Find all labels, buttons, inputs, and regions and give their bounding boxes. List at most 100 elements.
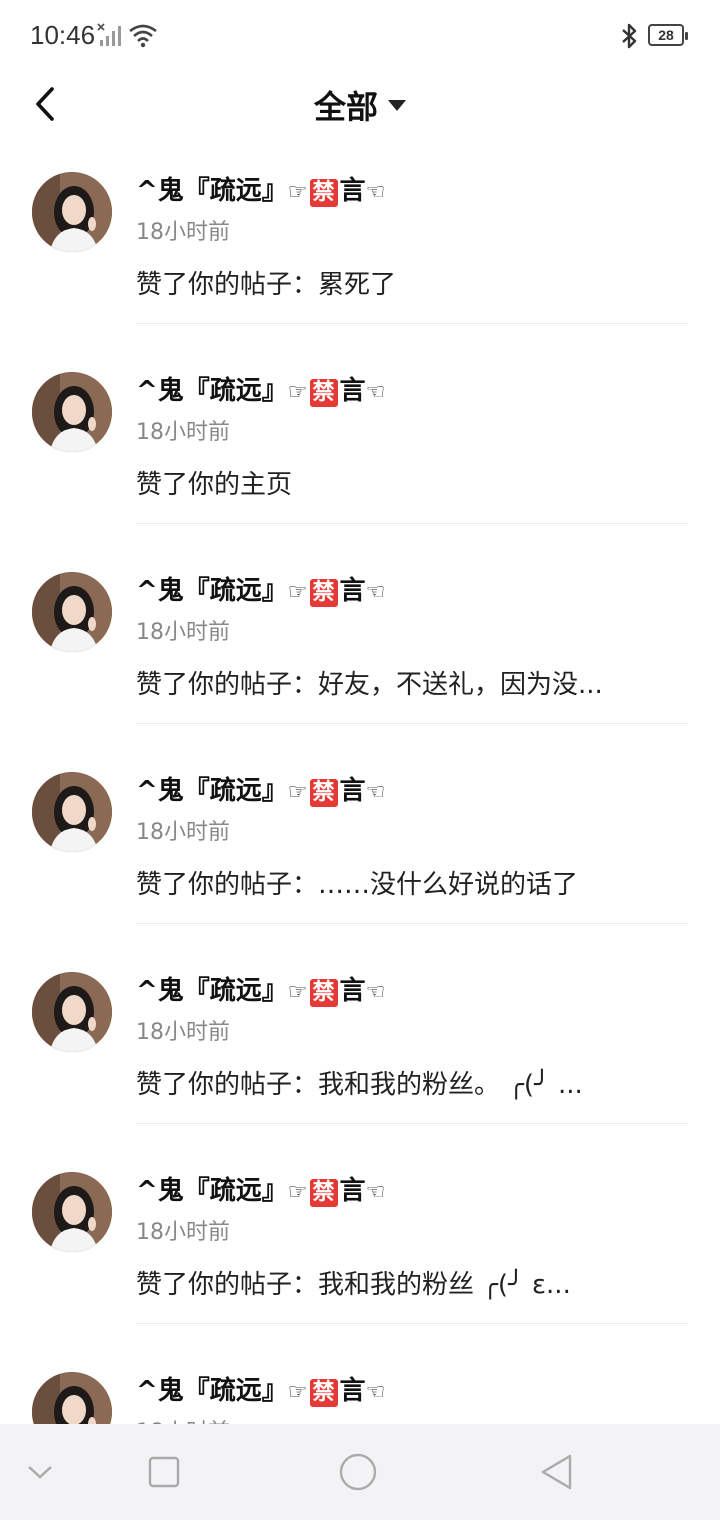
user-name[interactable]: ^鬼『疏远』☞ 禁言☜ xyxy=(136,1170,385,1207)
notification-message: 赞了你的帖子：好友，不送礼，因为没... xyxy=(136,670,603,700)
user-name[interactable]: ^鬼『疏远』☞ 禁言☜ xyxy=(136,770,385,807)
notification-message: 赞了你的帖子：我和我的粉丝 ╭(╯ ε... xyxy=(136,1270,571,1300)
user-name-text: ^鬼『疏远』 xyxy=(136,576,288,606)
hand-right-icon: ☞ xyxy=(287,380,308,405)
avatar[interactable] xyxy=(32,172,112,252)
back-triangle-icon xyxy=(541,1454,572,1490)
notification-item[interactable]: ^鬼『疏远』☞ 禁言☜ 18小时前赞了你的帖子：累死了 xyxy=(0,140,720,340)
user-name[interactable]: ^鬼『疏远』☞ 禁言☜ xyxy=(136,970,385,1007)
ban-badge: 禁 xyxy=(309,379,338,407)
user-name-text: ^鬼『疏远』 xyxy=(136,976,288,1006)
hand-right-icon: ☞ xyxy=(287,780,308,805)
avatar-image xyxy=(32,1172,112,1252)
user-name[interactable]: ^鬼『疏远』☞ 禁言☜ xyxy=(136,1370,385,1407)
home-button[interactable] xyxy=(338,1452,378,1492)
timestamp: 18小时前 xyxy=(136,220,230,245)
divider xyxy=(136,723,688,724)
timestamp: 18小时前 xyxy=(136,820,230,845)
user-name-suffix: 言 xyxy=(339,576,366,606)
caret-down-icon xyxy=(388,99,406,111)
divider xyxy=(136,523,688,524)
notification-message: 赞了你的主页 xyxy=(136,470,293,500)
battery-level: 28 xyxy=(658,27,674,43)
home-circle-icon xyxy=(339,1453,377,1491)
ban-badge: 禁 xyxy=(309,1179,338,1207)
user-name-suffix: 言 xyxy=(339,776,366,806)
avatar[interactable] xyxy=(32,1172,112,1252)
avatar[interactable] xyxy=(32,772,112,852)
avatar-image xyxy=(32,172,112,252)
user-name-text: ^鬼『疏远』 xyxy=(136,1176,288,1206)
hand-right-icon: ☞ xyxy=(287,1180,308,1205)
user-name-suffix: 言 xyxy=(339,976,366,1006)
divider xyxy=(136,1123,688,1124)
notification-message: 赞了你的帖子：累死了 xyxy=(136,270,397,300)
notification-item[interactable]: ^鬼『疏远』☞ 禁言☜ 18小时前赞了你的主页 xyxy=(0,340,720,540)
battery-icon: 28 xyxy=(648,24,688,46)
ban-badge: 禁 xyxy=(309,779,338,807)
user-name-text: ^鬼『疏远』 xyxy=(136,1376,288,1406)
user-name-suffix: 言 xyxy=(339,1376,366,1406)
hand-left-icon: ☜ xyxy=(365,980,386,1005)
user-name-text: ^鬼『疏远』 xyxy=(136,776,288,806)
user-name-text: ^鬼『疏远』 xyxy=(136,376,288,406)
ban-badge: 禁 xyxy=(309,1379,338,1407)
notification-item[interactable]: ^鬼『疏远』☞ 禁言☜ 18小时前赞了你的帖子：好友，不送礼，因为没... xyxy=(0,540,720,740)
notification-item[interactable]: ^鬼『疏远』☞ 禁言☜ 18小时前赞了你的帖子：我和我的粉丝 ╭(╯ ε... xyxy=(0,1140,720,1340)
header: 全部 xyxy=(0,72,720,136)
avatar-image xyxy=(32,572,112,652)
timestamp: 18小时前 xyxy=(136,1220,230,1245)
timestamp: 18小时前 xyxy=(136,1020,230,1045)
system-nav-bar xyxy=(0,1424,720,1520)
notification-item[interactable]: ^鬼『疏远』☞ 禁言☜ 18小时前赞了你的帖子：我和我的粉丝。 ╭(╯ ... xyxy=(0,940,720,1140)
avatar[interactable] xyxy=(32,372,112,452)
hand-left-icon: ☜ xyxy=(365,1180,386,1205)
status-bar: 10:46 28 xyxy=(0,0,720,72)
hand-right-icon: ☞ xyxy=(287,980,308,1005)
hand-left-icon: ☜ xyxy=(365,380,386,405)
user-name-suffix: 言 xyxy=(339,1176,366,1206)
hand-left-icon: ☜ xyxy=(365,580,386,605)
user-name-suffix: 言 xyxy=(339,376,366,406)
user-name[interactable]: ^鬼『疏远』☞ 禁言☜ xyxy=(136,370,385,407)
filter-dropdown[interactable]: 全部 xyxy=(0,82,720,128)
hand-right-icon: ☞ xyxy=(287,580,308,605)
notification-message: 赞了你的帖子：我和我的粉丝。 ╭(╯ ... xyxy=(136,1070,583,1100)
bluetooth-icon xyxy=(622,23,637,49)
avatar-image xyxy=(32,372,112,452)
notification-item[interactable]: ^鬼『疏远』☞ 禁言☜ 18小时前赞了你的帖子：……没什么好说的话了 xyxy=(0,740,720,940)
hand-left-icon: ☜ xyxy=(365,780,386,805)
user-name-text: ^鬼『疏远』 xyxy=(136,176,288,206)
screen: 10:46 28 全部 ^鬼『疏远』☞ 禁 言☜ 18小时前 赞了你的帖子：累死… xyxy=(0,0,720,1520)
hand-right-icon: ☞ xyxy=(287,1380,308,1405)
status-time: 10:46 xyxy=(30,20,96,50)
user-name[interactable]: ^鬼『疏远』☞ 禁言☜ xyxy=(136,570,385,607)
hide-nav-button[interactable] xyxy=(20,1452,60,1492)
signal-off-icon xyxy=(97,23,121,46)
nav-back-button[interactable] xyxy=(536,1452,576,1492)
timestamp: 18小时前 xyxy=(136,420,230,445)
notification-message: 赞了你的帖子：……没什么好说的话了 xyxy=(136,870,579,900)
user-name[interactable]: ^鬼『疏远』☞ 禁言☜ xyxy=(136,170,385,207)
page-title: 全部 xyxy=(313,88,378,126)
wifi-icon xyxy=(129,24,157,48)
hand-left-icon: ☜ xyxy=(365,180,386,205)
hide-nav-chevron-icon xyxy=(28,1466,52,1479)
divider xyxy=(136,323,688,324)
avatar[interactable] xyxy=(32,572,112,652)
ban-badge: 禁 xyxy=(309,579,338,607)
avatar-image xyxy=(32,972,112,1052)
recents-square-icon xyxy=(148,1456,180,1488)
timestamp: 18小时前 xyxy=(136,620,230,645)
user-name-suffix: 言 xyxy=(339,176,366,206)
hand-left-icon: ☜ xyxy=(365,1380,386,1405)
avatar[interactable] xyxy=(32,972,112,1052)
ban-badge: 禁 xyxy=(309,179,338,207)
hand-right-icon: ☞ xyxy=(287,180,308,205)
ban-badge: 禁 xyxy=(309,979,338,1007)
recents-button[interactable] xyxy=(144,1452,184,1492)
notification-list: ^鬼『疏远』☞ 禁言☜ 18小时前 赞了你的帖子：累死了 ^鬼『疏远』☞ 禁言☜ 18小时前… xyxy=(0,140,720,1520)
divider xyxy=(136,923,688,924)
divider xyxy=(136,1323,688,1324)
avatar-image xyxy=(32,772,112,852)
